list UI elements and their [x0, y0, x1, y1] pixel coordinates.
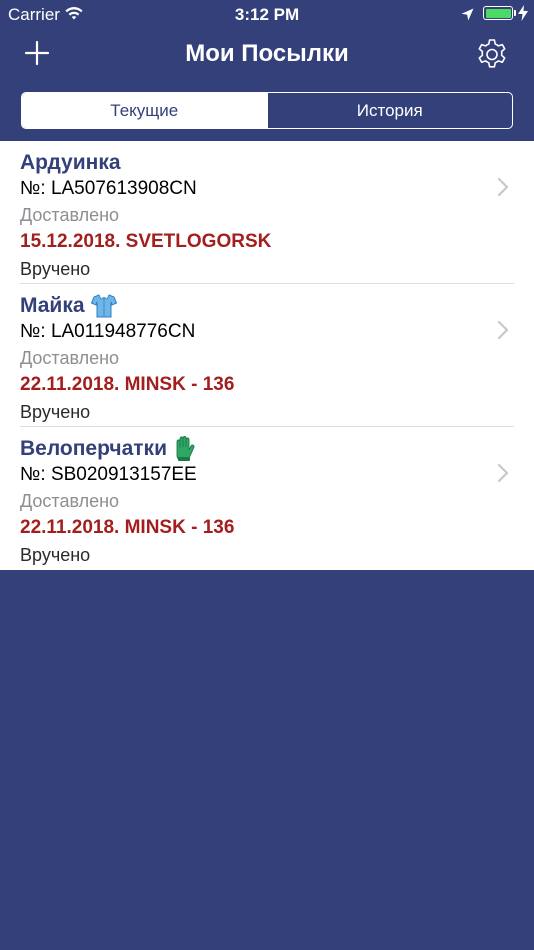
list-item[interactable]: Ардуинка №: LA507613908CN Доставлено 15.…: [0, 141, 534, 284]
gear-icon: [478, 39, 506, 68]
status-bar: Carrier 3:12 PM: [0, 0, 534, 30]
parcel-name-text: Ардуинка: [20, 151, 121, 174]
parcel-last-event: 22.11.2018. MINSK - 136: [20, 517, 235, 538]
tracking-number: №: LA011948776CN: [20, 321, 196, 342]
parcel-list: Ардуинка №: LA507613908CN Доставлено 15.…: [0, 141, 534, 570]
tracking-number: №: SB020913157EE: [20, 464, 197, 485]
parcel-name: Велоперчатки: [20, 436, 514, 462]
battery-tip: [514, 10, 516, 16]
parcel-result: Вручено: [20, 402, 91, 422]
parcel-result: Вручено: [20, 545, 91, 565]
glove-icon: [173, 436, 195, 462]
settings-button[interactable]: [475, 37, 509, 71]
list-item[interactable]: Велоперчатки №: SB020913157EE Доставлено…: [0, 427, 534, 570]
charging-bolt-icon: [518, 5, 528, 26]
battery-icon: [483, 6, 516, 20]
tab-current[interactable]: Текущие: [22, 93, 267, 128]
location-arrow-icon: [461, 6, 474, 26]
parcel-name-text: Велоперчатки: [20, 437, 167, 460]
page-title: Мои Посылки: [185, 40, 349, 67]
segmented-control: Текущие История: [21, 92, 513, 129]
parcel-last-event: 22.11.2018. MINSK - 136: [20, 374, 235, 395]
parcel-status: Доставлено: [20, 491, 120, 511]
chevron-right-icon: [497, 463, 509, 483]
tab-history[interactable]: История: [266, 93, 513, 128]
tracking-number: №: LA507613908CN: [20, 178, 197, 199]
chevron-right-icon: [497, 177, 509, 197]
parcel-result: Вручено: [20, 259, 91, 279]
shirt-icon: [90, 294, 117, 318]
navigation-bar: Мои Посылки: [0, 30, 534, 80]
parcel-name: Ардуинка: [20, 151, 514, 175]
parcel-status: Доставлено: [20, 348, 120, 368]
chevron-right-icon: [497, 320, 509, 340]
parcel-last-event: 15.12.2018. SVETLOGORSK: [20, 231, 272, 252]
parcel-name: Майка: [20, 294, 514, 318]
battery-fill: [485, 8, 511, 18]
clock: 3:12 PM: [234, 5, 300, 24]
parcel-name-text: Майка: [20, 294, 85, 317]
list-item[interactable]: Майка №: LA011948776CN Доставлено 22.11.…: [0, 284, 534, 427]
parcel-status: Доставлено: [20, 205, 120, 225]
